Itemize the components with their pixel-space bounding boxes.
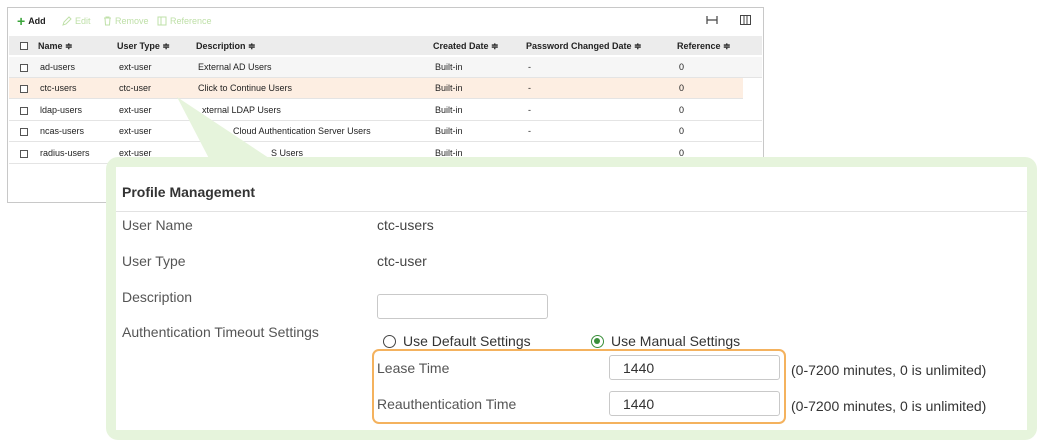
cell-user-type: ext-user <box>119 62 152 72</box>
user-name-value: ctc-users <box>377 217 434 233</box>
cell-password-changed-date: - <box>528 105 531 115</box>
sort-icon: ≑ <box>162 41 170 51</box>
cell-name: radius-users <box>40 148 90 158</box>
use-manual-settings-radio[interactable]: Use Manual Settings <box>591 333 740 349</box>
column-header-description[interactable]: Description ≑ <box>196 41 256 52</box>
trash-icon <box>104 16 111 26</box>
description-label: Description <box>122 289 193 305</box>
sort-icon: ≑ <box>723 41 731 51</box>
cell-name: ncas-users <box>40 126 85 136</box>
sort-icon: ≑ <box>634 41 642 51</box>
edit-button[interactable]: Edit <box>62 16 91 26</box>
profile-management-callout: Profile Management User Name ctc-users U… <box>106 157 1037 440</box>
sort-icon: ≑ <box>248 41 256 51</box>
row-checkbox[interactable] <box>20 64 28 72</box>
row-checkbox[interactable] <box>20 107 28 115</box>
cell-description: Cloud Authentication Server Users <box>233 126 371 136</box>
table-row[interactable]: ldap-users ext-user xternal LDAP Users B… <box>9 100 762 121</box>
cell-created-date: Built-in <box>435 126 463 136</box>
timeout-settings-label: Authentication Timeout Settings <box>122 324 319 340</box>
row-checkbox[interactable] <box>20 85 28 93</box>
cell-reference: 0 <box>679 83 685 93</box>
reference-button[interactable]: Reference <box>157 16 212 26</box>
row-checkbox[interactable] <box>20 128 28 136</box>
cell-created-date: Built-in <box>435 83 463 93</box>
radio-unchecked-icon <box>383 334 396 348</box>
reference-icon <box>157 16 167 26</box>
cell-created-date: Built-in <box>435 105 463 115</box>
radio-checked-icon <box>591 334 604 348</box>
pencil-icon <box>62 16 72 26</box>
use-default-settings-radio[interactable]: Use Default Settings <box>383 333 531 349</box>
cell-name: ad-users <box>40 62 76 72</box>
cell-description: External AD Users <box>198 62 272 72</box>
panel-title: Profile Management <box>122 184 256 200</box>
table-toolbar: + Add Edit Remove Reference <box>8 8 763 35</box>
cell-password-changed-date: - <box>528 62 531 72</box>
add-button[interactable]: + Add <box>17 12 46 29</box>
cell-reference: 0 <box>679 105 685 115</box>
column-header-password-changed-date[interactable]: Password Changed Date ≑ <box>526 41 642 52</box>
reauthentication-time-input[interactable]: 1440 <box>609 391 780 416</box>
description-input[interactable] <box>377 294 548 319</box>
lease-time-label: Lease Time <box>377 360 450 376</box>
table-row-selected[interactable]: ctc-users ctc-user Click to Continue Use… <box>9 78 743 99</box>
cell-user-type: ctc-user <box>119 83 152 93</box>
table-row[interactable]: ad-users ext-user External AD Users Buil… <box>9 57 762 78</box>
column-header-created-date[interactable]: Created Date ≑ <box>433 41 499 52</box>
cell-name: ldap-users <box>40 105 83 115</box>
lease-time-hint: (0-7200 minutes, 0 is unlimited) <box>791 362 987 378</box>
table-row[interactable]: ncas-users ext-user Cloud Authentication… <box>9 121 762 142</box>
remove-button[interactable]: Remove <box>103 16 149 26</box>
table-header: Name ≑ User Type ≑ Description ≑ Created… <box>9 36 762 55</box>
resize-columns-icon[interactable] <box>706 15 718 28</box>
plus-icon: + <box>17 12 26 29</box>
cell-user-type: ext-user <box>119 126 152 136</box>
column-header-user-type[interactable]: User Type ≑ <box>117 41 170 52</box>
row-checkbox[interactable] <box>20 150 28 158</box>
user-type-label: User Type <box>122 253 186 269</box>
cell-name: ctc-users <box>40 83 77 93</box>
column-header-name[interactable]: Name ≑ <box>38 41 73 52</box>
cell-reference: 0 <box>679 126 685 136</box>
cell-reference: 0 <box>679 62 685 72</box>
select-all-checkbox[interactable] <box>20 42 28 50</box>
cell-created-date: Built-in <box>435 62 463 72</box>
reauthentication-time-label: Reauthentication Time <box>377 396 517 412</box>
profile-management-panel: Profile Management User Name ctc-users U… <box>116 167 1027 430</box>
sort-icon: ≑ <box>491 41 499 51</box>
cell-password-changed-date: - <box>528 83 531 93</box>
user-name-label: User Name <box>122 217 193 233</box>
cell-password-changed-date: - <box>528 126 531 136</box>
reauthentication-time-hint: (0-7200 minutes, 0 is unlimited) <box>791 398 987 414</box>
columns-icon[interactable] <box>740 15 751 28</box>
user-type-value: ctc-user <box>377 253 427 269</box>
lease-time-input[interactable]: 1440 <box>609 355 780 380</box>
divider <box>116 211 1027 212</box>
cell-user-type: ext-user <box>119 105 152 115</box>
cell-description: Click to Continue Users <box>198 83 293 93</box>
sort-icon: ≑ <box>65 41 73 51</box>
cell-description: xternal LDAP Users <box>202 105 281 115</box>
column-header-reference[interactable]: Reference ≑ <box>677 41 731 52</box>
